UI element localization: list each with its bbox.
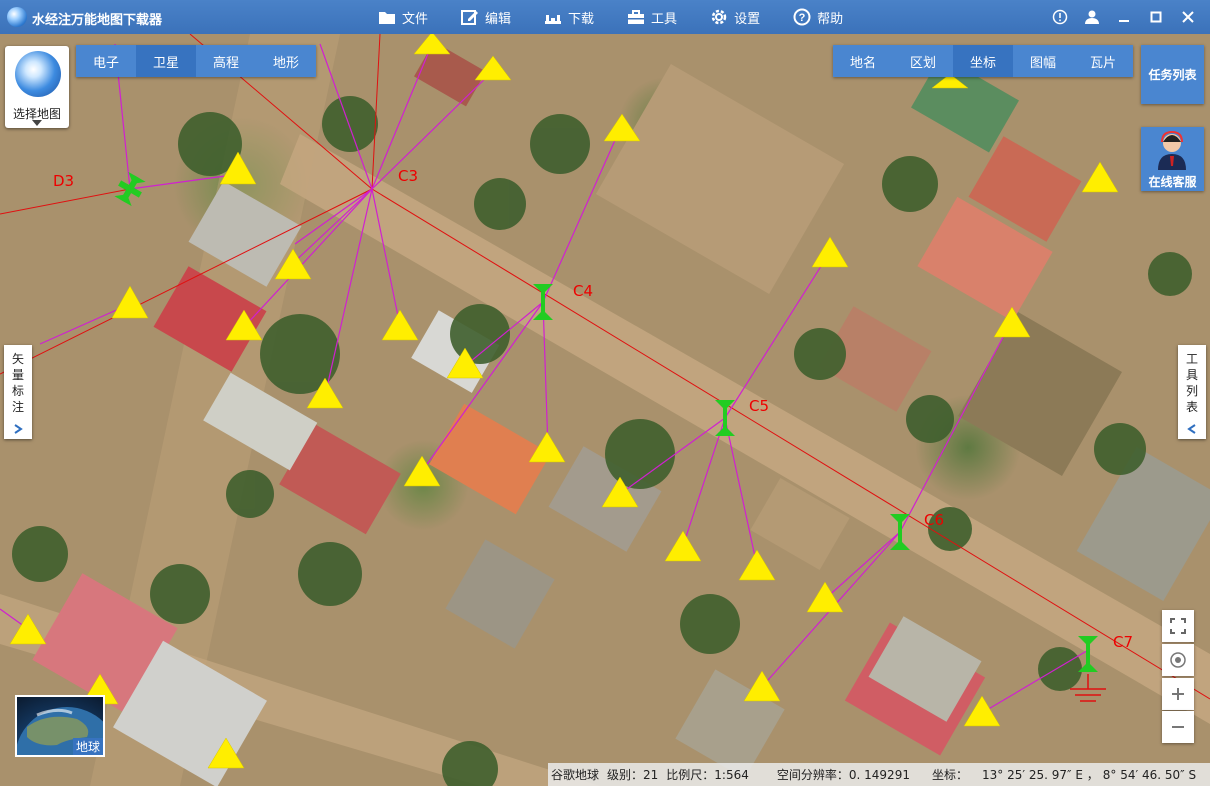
status-resolution: 空间分辨率：0. 149291 — [776, 768, 910, 782]
map-view[interactable]: D3 C3 C4 C5 C6 C7 — [0, 34, 1210, 786]
minus-icon — [1172, 726, 1184, 728]
zoom-out-button[interactable] — [1162, 711, 1194, 743]
online-service-button[interactable]: 在线客服 — [1141, 127, 1204, 191]
plus-icon — [1172, 688, 1184, 700]
support-agent-icon — [1158, 130, 1186, 170]
point-label-c6: C6 — [924, 511, 945, 529]
app-title: 水经注万能地图下载器 — [32, 13, 163, 28]
menu-download-label: 下载 — [568, 11, 595, 27]
status-scale: 比例尺：1:564 — [666, 768, 749, 782]
alert-icon — [1052, 9, 1068, 25]
status-coord-label: 坐标： — [931, 768, 968, 782]
menu-tools[interactable]: 工具 — [627, 0, 677, 34]
locate-button[interactable] — [1162, 644, 1194, 676]
help-icon: ? — [793, 8, 811, 26]
point-label-d3: D3 — [53, 172, 75, 190]
app-logo-icon — [7, 7, 27, 27]
marker-triangles — [9, 34, 1119, 769]
maximize-button[interactable] — [1140, 0, 1172, 34]
ground-symbol-icon — [1070, 674, 1106, 702]
menu-edit[interactable]: 编辑 — [461, 0, 511, 34]
main-menu: 文件 编辑 下载 工具 设置 ? 帮助 — [378, 0, 876, 34]
map-chooser-button[interactable]: 选择地图 — [5, 46, 69, 128]
point-label-c7: C7 — [1113, 633, 1134, 651]
menu-file[interactable]: 文件 — [378, 0, 428, 34]
vector-annotation-label: 矢量标注 — [11, 352, 24, 414]
chevron-left-icon — [1187, 424, 1196, 434]
zoom-in-button[interactable] — [1162, 678, 1194, 710]
gear-icon — [711, 9, 727, 25]
globe-icon — [15, 51, 61, 97]
download-icon — [545, 15, 562, 24]
tab-map-type-electronic[interactable]: 电子 — [76, 45, 136, 77]
point-label-c4: C4 — [573, 282, 594, 300]
full-extent-button[interactable] — [1162, 610, 1194, 642]
menu-tools-label: 工具 — [651, 11, 678, 27]
menu-download[interactable]: 下载 — [544, 0, 594, 34]
tab-coordinates[interactable]: 坐标 — [953, 45, 1013, 77]
menu-settings-label: 设置 — [734, 11, 761, 27]
menu-help-label: 帮助 — [817, 11, 844, 27]
tab-map-type-satellite[interactable]: 卫星 — [136, 45, 196, 77]
map-type-tabs: 电子 卫星 高程 地形 — [76, 45, 316, 77]
tab-place-names[interactable]: 地名 — [833, 45, 893, 77]
tool-list-button[interactable]: 工具列表 — [1178, 345, 1206, 439]
fullscreen-icon — [1170, 618, 1186, 634]
station-c5-icon — [715, 400, 735, 436]
online-service-label: 在线客服 — [1148, 175, 1197, 189]
toolbox-icon — [628, 10, 645, 24]
close-button[interactable] — [1172, 0, 1204, 34]
menu-edit-label: 编辑 — [485, 11, 512, 27]
user-icon — [1085, 10, 1099, 24]
status-bar: 谷歌地球 级别：21 比例尺：1:564 空间分辨率：0. 149291 坐标：… — [548, 763, 1210, 786]
earth-view-button[interactable]: 地球 — [15, 695, 105, 757]
earth-view-label: 地球 — [72, 738, 103, 755]
tab-map-type-terrain[interactable]: 地形 — [256, 45, 316, 77]
menu-help[interactable]: ? 帮助 — [793, 0, 843, 34]
tab-map-sheets[interactable]: 图幅 — [1013, 45, 1073, 77]
minimize-icon — [1119, 20, 1129, 22]
svg-text:?: ? — [799, 12, 806, 24]
connector-lines — [0, 43, 1091, 715]
tab-map-type-elevation[interactable]: 高程 — [196, 45, 256, 77]
notice-button[interactable] — [1044, 0, 1076, 34]
station-d3-icon — [114, 171, 146, 207]
close-icon — [1182, 11, 1194, 23]
status-zoom-level: 级别：21 — [607, 768, 659, 782]
overlay-tabs: 地名 区划 坐标 图幅 瓦片 — [833, 45, 1133, 77]
status-latitude: 8° 54′ 46. 50″ S — [1102, 767, 1197, 782]
status-map-source: 谷歌地球 — [551, 768, 600, 782]
caret-down-icon — [32, 120, 42, 126]
edit-icon — [461, 10, 479, 25]
task-list-button[interactable]: 任务列表 — [1141, 45, 1204, 104]
chevron-right-icon — [14, 424, 23, 434]
window-controls — [1044, 0, 1204, 34]
user-button[interactable] — [1076, 0, 1108, 34]
tab-divisions[interactable]: 区划 — [893, 45, 953, 77]
locate-icon — [1170, 652, 1186, 668]
point-label-c5: C5 — [749, 397, 770, 415]
menu-settings[interactable]: 设置 — [710, 0, 760, 34]
maximize-icon — [1150, 11, 1162, 23]
menu-file-label: 文件 — [402, 11, 429, 27]
vector-annotation-button[interactable]: 矢量标注 — [4, 345, 32, 439]
minimize-button[interactable] — [1108, 0, 1140, 34]
title-bar: 水经注万能地图下载器 文件 编辑 下载 工具 设置 ? 帮助 — [0, 0, 1210, 34]
station-markers — [114, 171, 1106, 702]
overlay-layer — [0, 34, 1210, 769]
tool-list-label: 工具列表 — [1185, 352, 1198, 414]
route-lines — [0, 34, 1210, 700]
tab-tiles[interactable]: 瓦片 — [1073, 45, 1133, 77]
status-longitude: 13° 25′ 25. 97″ E ， — [981, 768, 1099, 782]
folder-icon — [379, 12, 395, 24]
point-label-c3: C3 — [398, 167, 419, 185]
station-c4-icon — [533, 284, 553, 320]
